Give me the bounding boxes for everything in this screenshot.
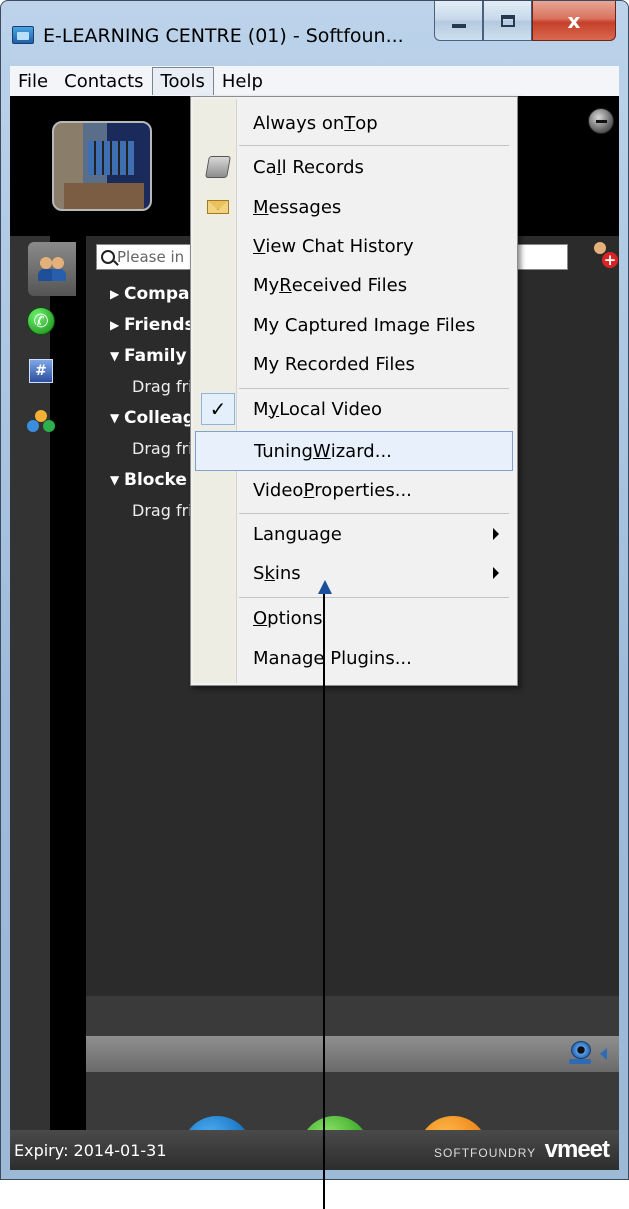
maximize-icon bbox=[500, 14, 515, 27]
group-family-hint: Drag fri bbox=[132, 377, 193, 396]
menu-bar: File Contacts Tools Help bbox=[10, 66, 619, 96]
call-records-icon bbox=[205, 156, 231, 178]
menu-tools[interactable]: Tools bbox=[151, 67, 214, 95]
expiry-text: Expiry: 2014-01-31 bbox=[14, 1141, 167, 1160]
dialpad-tab[interactable]: # bbox=[24, 354, 58, 388]
menu-skins[interactable]: Sk ins bbox=[195, 555, 513, 591]
expand-arrow-icon: ▶ bbox=[110, 286, 120, 301]
group-company[interactable]: ▶ Compa bbox=[110, 278, 195, 309]
dialpad-icon: # bbox=[29, 359, 53, 383]
menu-view-chat-history[interactable]: View Chat History bbox=[195, 228, 513, 264]
search-icon bbox=[101, 250, 115, 264]
window-title: E-LEARNING CENTRE (01) - Softfoun... bbox=[43, 25, 404, 47]
checkmark-icon: ✓ bbox=[201, 393, 235, 425]
menu-manage-plugins[interactable]: Manage Plugins... bbox=[195, 640, 513, 676]
menu-separator bbox=[239, 145, 509, 146]
brand-softfoundry: SOFTFOUNDRY bbox=[434, 1146, 537, 1160]
group-icon bbox=[25, 410, 57, 440]
messages-icon bbox=[207, 200, 229, 214]
contacts-tab[interactable] bbox=[28, 242, 76, 296]
side-rail: ✆ # bbox=[10, 236, 86, 1170]
add-contact-icon[interactable] bbox=[592, 240, 618, 270]
menu-captured-image-files[interactable]: My Captured Image Files bbox=[195, 307, 513, 343]
caption-buttons: x bbox=[434, 1, 616, 43]
group-colleagues-hint: Drag fri bbox=[132, 439, 193, 458]
menu-help[interactable]: Help bbox=[214, 67, 271, 95]
collapse-video-button[interactable] bbox=[588, 108, 614, 134]
group-family[interactable]: ▼ Family bbox=[110, 340, 195, 371]
tools-menu-dropdown: Always on Top Ca l l Records Messages View… bbox=[190, 96, 518, 686]
minimize-icon bbox=[451, 23, 466, 28]
title-bar[interactable]: E-LEARNING CENTRE (01) - Softfoun... x bbox=[1, 1, 629, 61]
menu-language[interactable]: Langua g e bbox=[195, 516, 513, 552]
group-friends[interactable]: ▶ Friends bbox=[110, 309, 195, 340]
phone-icon: ✆ bbox=[27, 307, 55, 335]
menu-file[interactable]: File bbox=[10, 67, 56, 95]
submenu-arrow-icon bbox=[493, 567, 499, 579]
collapse-arrow-icon: ▼ bbox=[110, 348, 120, 363]
menu-my-local-video[interactable]: ✓ My Local Video bbox=[195, 391, 513, 427]
brand-vmeet: vmeet bbox=[544, 1136, 610, 1163]
menu-recorded-files[interactable]: My Recorded Files bbox=[195, 346, 513, 382]
menu-received-files[interactable]: My Received Files bbox=[195, 267, 513, 303]
group-blocked[interactable]: ▼ Blocke bbox=[110, 464, 195, 495]
minimize-button[interactable] bbox=[434, 1, 483, 41]
app-icon bbox=[12, 26, 34, 44]
menu-separator bbox=[239, 388, 509, 389]
collapse-arrow-icon: ▼ bbox=[110, 472, 120, 487]
annotation-line bbox=[323, 590, 325, 1209]
menu-options[interactable]: Options bbox=[195, 600, 513, 636]
mouse-cursor-icon bbox=[318, 580, 332, 594]
video-control-strip bbox=[86, 1036, 619, 1072]
menu-tuning-wizard[interactable]: Tuning Wizard... bbox=[195, 431, 513, 471]
menu-messages[interactable]: Messages bbox=[195, 189, 513, 225]
menu-call-records[interactable]: Ca l l Records bbox=[195, 149, 513, 185]
close-button[interactable]: x bbox=[532, 1, 616, 41]
menu-always-on-top[interactable]: Always on Top bbox=[195, 105, 513, 141]
submenu-arrow-icon bbox=[493, 528, 499, 540]
maximize-button[interactable] bbox=[483, 1, 532, 41]
group-blocked-hint: Drag fri bbox=[132, 501, 193, 520]
menu-video-properties[interactable]: Video Properties... bbox=[195, 472, 513, 508]
collapse-arrow-icon: ▼ bbox=[110, 410, 120, 425]
webcam-icon[interactable] bbox=[569, 1041, 591, 1065]
user-avatar[interactable] bbox=[52, 121, 152, 211]
status-bar: Expiry: 2014-01-31 SOFTFOUNDRY vmeet bbox=[10, 1130, 619, 1170]
close-icon: x bbox=[567, 8, 581, 33]
groups-tab[interactable] bbox=[24, 408, 58, 442]
menu-separator bbox=[239, 597, 509, 598]
menu-separator bbox=[239, 513, 509, 514]
brand-logo: SOFTFOUNDRY vmeet bbox=[434, 1136, 610, 1164]
expand-arrow-icon: ▶ bbox=[110, 317, 120, 332]
contact-group-list: ▶ Compa ▶ Friends ▼ Family Drag fri ▼ Collea… bbox=[110, 278, 195, 526]
menu-contacts[interactable]: Contacts bbox=[56, 67, 151, 95]
contacts-icon bbox=[38, 255, 66, 283]
search-placeholder: Please in bbox=[117, 248, 185, 266]
group-colleagues[interactable]: ▼ Colleag bbox=[110, 402, 195, 433]
expand-left-icon[interactable] bbox=[600, 1048, 607, 1060]
calls-tab[interactable]: ✆ bbox=[24, 304, 58, 338]
